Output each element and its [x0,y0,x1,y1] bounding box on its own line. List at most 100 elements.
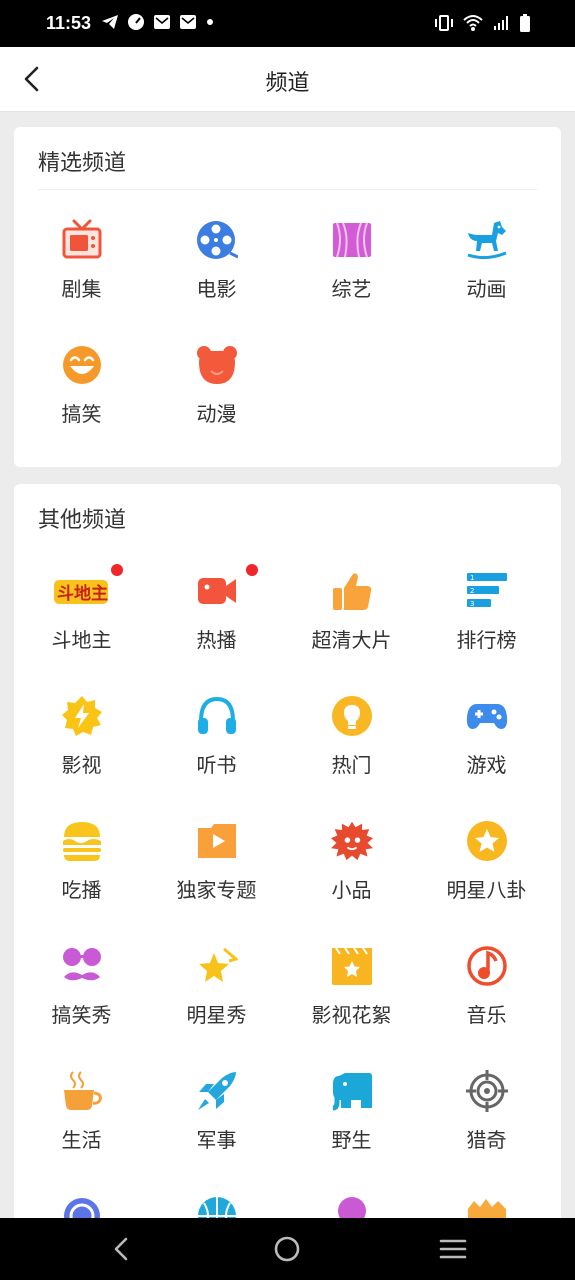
channel-tile[interactable]: 明星秀 [149,945,284,1070]
channel-tile[interactable]: 影视花絮 [284,945,419,1070]
notification-icons [101,13,215,31]
channel-label: 剧集 [61,277,102,301]
mail-icon-2 [180,15,196,29]
rocket-icon [198,1072,236,1110]
channel-tile[interactable]: 电影 [149,219,284,344]
system-icons [434,13,531,33]
laughing-face-icon [63,346,101,384]
wifi-icon [463,15,483,31]
channel-label: 独家专题 [176,878,257,902]
system-navigation-bar [0,1218,575,1280]
ranking-list-icon: 1 2 3 [467,573,507,608]
channel-label: 动漫 [196,402,237,426]
new-badge [111,564,123,576]
section-title: 其他频道 [38,508,127,533]
channel-tile[interactable]: 搞笑秀 [14,945,149,1070]
elephant-icon [332,1073,372,1111]
channel-label: 影视 [61,753,102,777]
channel-tile[interactable]: 军事 [149,1070,284,1195]
channel-label: 动画 [466,277,507,301]
signal-icon [494,16,508,30]
vibrate-icon [435,15,453,31]
channel-tile[interactable]: 明星八卦 [419,820,554,945]
nav-back-icon[interactable] [106,1234,136,1264]
channel-label: 野生 [331,1128,372,1152]
svg-text:1: 1 [470,574,474,582]
section-title: 精选频道 [38,151,127,176]
channel-tile[interactable]: 影视 [14,695,149,820]
channel-tile[interactable]: 生活 [14,1070,149,1195]
channel-tile[interactable]: 1 2 3 排行榜 [419,570,554,695]
lightbulb-icon [332,696,372,736]
channel-tile[interactable]: 动漫 [149,344,284,469]
channel-label: 影视花絮 [311,1003,392,1027]
nav-menu-icon[interactable] [438,1234,468,1264]
channel-label: 电影 [196,277,237,301]
channel-label: 军事 [196,1128,237,1152]
music-note-icon [467,946,507,986]
channel-label: 斗地主 [51,628,112,652]
hedgehog-icon [331,821,373,861]
burger-icon [63,822,101,861]
lightning-badge-icon [62,696,102,736]
channel-label: 生活 [61,1128,102,1152]
channel-tile[interactable]: 斗地主 斗地主 [14,564,149,695]
tv-icon [62,219,102,259]
channel-label: 热门 [331,753,372,777]
channel-tile[interactable]: 音乐 [419,945,554,1070]
clapperboard-icon [332,947,372,985]
nav-home-icon[interactable] [272,1234,302,1264]
new-badge [246,564,258,576]
channel-tile[interactable]: 独家专题 [149,820,284,945]
channel-tile[interactable]: 搞笑 [14,344,149,469]
other-grid: 斗地主 斗地主 热播 超清大片 1 2 3 排行榜 影视 听书 热门 游戏 吃播 独… [14,564,561,1244]
channel-tile[interactable]: 剧集 [14,219,149,344]
featured-channels-card: 精选频道 剧集 电影 综艺 动画 搞笑 动漫 [14,127,561,467]
channel-tile[interactable]: 游戏 [419,695,554,820]
telegram-icon [102,15,118,29]
gamepad-icon [466,704,508,729]
page-title: 频道 [265,71,310,96]
divider [38,189,537,190]
channel-tile[interactable]: 超清大片 [284,570,419,695]
channel-tile[interactable]: 综艺 [284,219,419,344]
channel-label: 搞笑秀 [51,1003,112,1027]
header: 频道 [0,47,575,112]
channel-label: 明星八卦 [446,878,527,902]
speedometer-icon [128,14,144,30]
doudizhu-logo-icon: 斗地主 [54,580,108,604]
channel-label: 小品 [331,878,372,902]
stage-curtain-icon [333,222,371,258]
channel-tile[interactable]: 吃播 [14,820,149,945]
thumbs-up-icon [333,573,372,610]
channel-label: 热播 [196,628,237,652]
channel-label: 综艺 [331,277,372,301]
featured-grid: 剧集 电影 综艺 动画 搞笑 动漫 [14,219,561,469]
glasses-mustache-icon [63,948,101,981]
channel-tile[interactable]: 猎奇 [419,1070,554,1195]
status-time: 11:53 [46,13,92,33]
coffee-cup-icon [64,1071,102,1110]
channel-tile[interactable]: 动画 [419,219,554,344]
channel-tile[interactable]: 野生 [284,1070,419,1195]
channel-label: 游戏 [466,753,507,777]
battery-icon [520,14,530,32]
rocking-horse-icon [467,221,507,260]
channel-tile[interactable]: 热门 [284,695,419,820]
play-folder-icon [198,824,236,858]
channel-label: 听书 [196,753,237,777]
shooting-star-icon [199,947,238,982]
channel-label: 明星秀 [186,1003,247,1027]
channel-label: 超清大片 [311,628,392,652]
channel-label: 搞笑 [61,402,102,426]
video-camera-icon [198,578,236,604]
channel-label: 排行榜 [456,628,517,652]
svg-text:3: 3 [470,600,474,608]
channel-tile[interactable]: 热播 [149,564,284,695]
channel-label: 吃播 [61,878,102,902]
channel-tile[interactable]: 听书 [149,695,284,820]
status-bar: 11:53 [0,0,575,47]
channel-tile[interactable]: 小品 [284,820,419,945]
svg-text:斗地主: 斗地主 [57,583,108,604]
svg-text:2: 2 [470,587,474,595]
